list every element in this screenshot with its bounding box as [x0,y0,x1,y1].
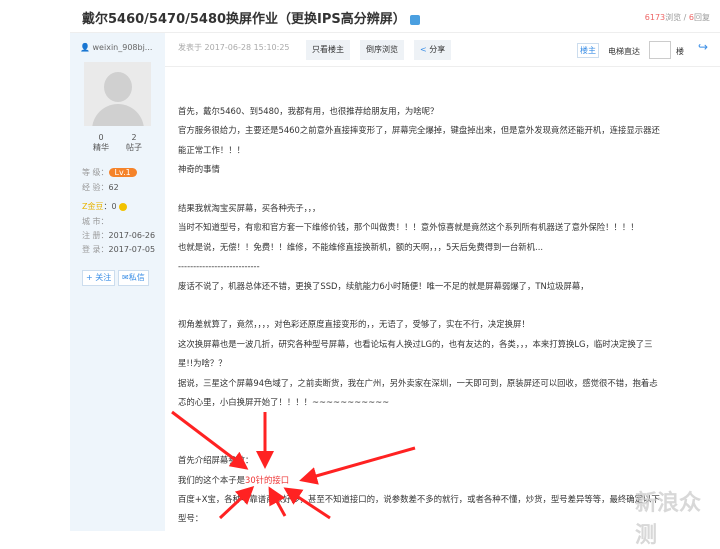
red-arrows [171,410,416,520]
